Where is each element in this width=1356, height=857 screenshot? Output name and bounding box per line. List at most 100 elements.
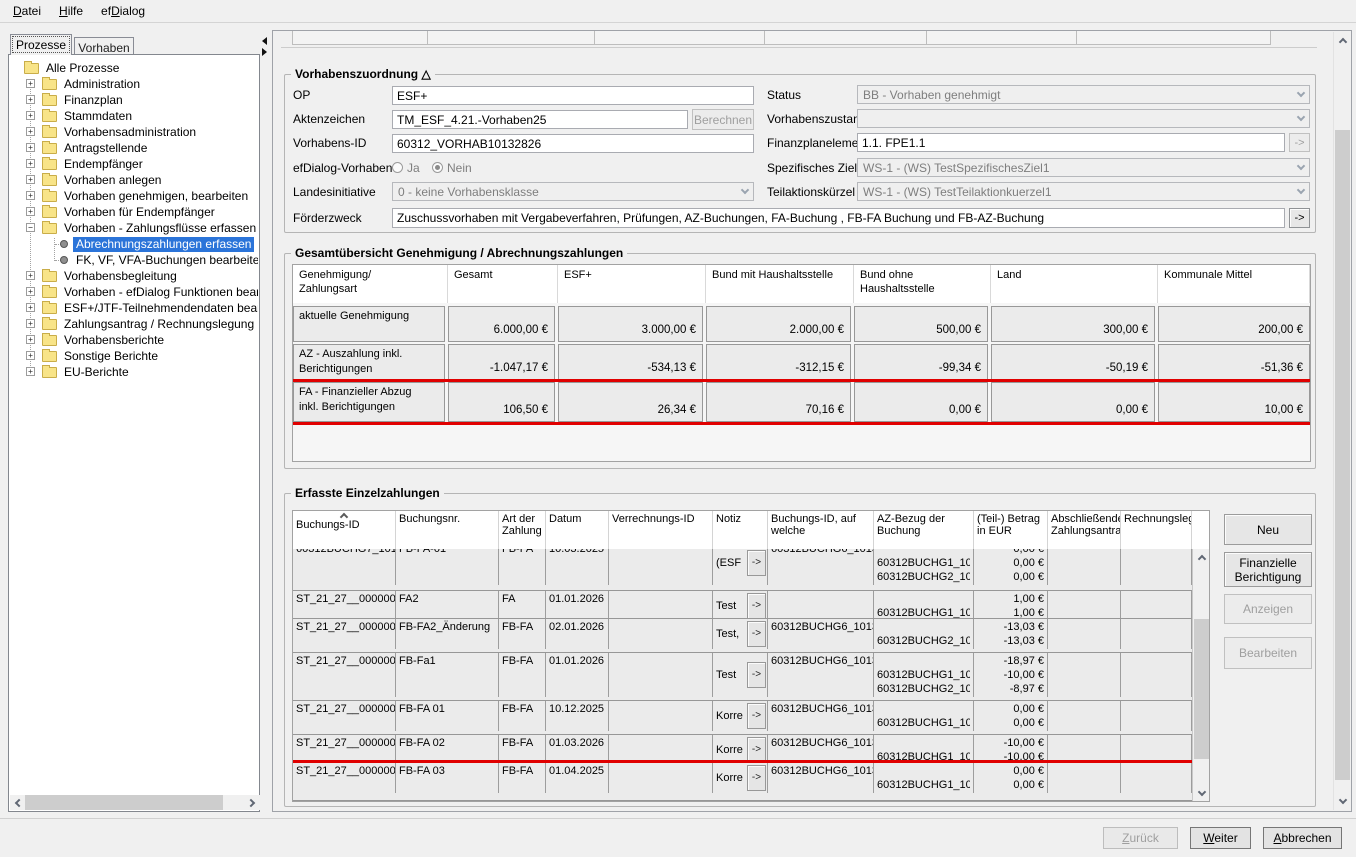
column-header[interactable]: Buchungs-ID, auf welche — [768, 511, 874, 549]
column-header[interactable]: (Teil-) Betrag in EUR — [974, 511, 1048, 549]
open-note-button[interactable]: -> — [747, 662, 766, 688]
teilaktionskuerzel-select[interactable]: WS-1 - (WS) TestTeilaktionkuerzel1 — [857, 182, 1310, 201]
finanzplanelement-input[interactable] — [857, 133, 1285, 152]
tree-item[interactable]: Abrechnungszahlungen erfassen — [10, 236, 258, 252]
tree-item[interactable]: +Finanzplan — [10, 92, 258, 108]
scroll-down-button[interactable] — [1335, 794, 1350, 809]
menu-item-datei[interactable]: Datei — [4, 1, 50, 21]
tree-item[interactable]: +Vorhaben anlegen — [10, 172, 258, 188]
tree-item[interactable]: +ESF+/JTF-Teilnehmendendaten bearbeiten — [10, 300, 258, 316]
berechnen-button[interactable]: Berechnen — [692, 109, 754, 130]
spezifisches-ziel-select[interactable]: WS-1 - (WS) TestSpezifischesZiel1 — [857, 158, 1310, 177]
payment-row[interactable]: ST_21_27__0000005FB-FA 02FB-FA01.03.2026… — [293, 735, 1192, 763]
expand-plus-icon[interactable]: + — [26, 111, 35, 120]
bearbeiten-button[interactable]: Bearbeiten — [1224, 637, 1312, 669]
scrollbar-thumb[interactable] — [1335, 130, 1350, 780]
column-header[interactable]: Abschließende Zahlungsantra — [1048, 511, 1121, 549]
expand-plus-icon[interactable]: + — [26, 351, 35, 360]
open-note-button[interactable]: -> — [747, 703, 766, 729]
scroll-down-button[interactable] — [1194, 786, 1209, 801]
column-header[interactable]: Bund ohne Haushaltsstelle — [854, 265, 991, 303]
column-header[interactable]: Art der Zahlung — [499, 511, 546, 549]
column-header[interactable]: Gesamt — [448, 265, 558, 303]
column-header[interactable]: Verrechnungs-ID — [609, 511, 713, 549]
tree-item[interactable]: +Vorhabensadministration — [10, 124, 258, 140]
expand-plus-icon[interactable]: + — [26, 287, 35, 296]
tree-item[interactable]: +Vorhaben für Endempfänger — [10, 204, 258, 220]
collapse-minus-icon[interactable]: − — [26, 223, 35, 232]
scroll-right-button[interactable] — [245, 795, 260, 810]
column-header[interactable]: Bund mit Haushaltsstelle — [706, 265, 854, 303]
expand-plus-icon[interactable]: + — [26, 127, 35, 136]
column-header[interactable]: Kommunale Mittel — [1158, 265, 1310, 303]
payments-vertical-scrollbar[interactable] — [1192, 549, 1209, 802]
tree-horizontal-scrollbar[interactable] — [10, 795, 260, 810]
scroll-left-button[interactable] — [10, 795, 25, 810]
tree-item[interactable]: +Sonstige Berichte — [10, 348, 258, 364]
status-select[interactable]: BB - Vorhaben genehmigt — [857, 85, 1310, 104]
payment-row[interactable]: 60312BUCHG7_1013FB-FA-01FB-FA10.03.2025(… — [293, 549, 1192, 591]
op-input[interactable] — [392, 86, 754, 105]
scroll-up-button[interactable] — [1335, 33, 1350, 48]
splitter-expand-right-icon[interactable] — [262, 48, 267, 56]
neu-button[interactable]: Neu — [1224, 514, 1312, 545]
expand-plus-icon[interactable]: + — [26, 207, 35, 216]
finanzielle-berichtigung-button[interactable]: Finanzielle Berichtigung — [1224, 552, 1312, 587]
expand-plus-icon[interactable]: + — [26, 95, 35, 104]
column-header[interactable]: Buchungs-ID — [293, 511, 396, 549]
open-note-button[interactable]: -> — [747, 765, 766, 791]
payment-row[interactable]: ST_21_27__0000004FB-FA2_ÄnderungFB-FA02.… — [293, 619, 1192, 653]
expand-plus-icon[interactable]: + — [26, 191, 35, 200]
column-header[interactable]: Notiz — [713, 511, 768, 549]
vorhabens-id-input[interactable] — [392, 134, 754, 153]
column-header[interactable]: AZ-Bezug der Buchung — [874, 511, 974, 549]
tree-item[interactable]: +Endempfänger — [10, 156, 258, 172]
tree-item[interactable]: Alle Prozesse — [10, 60, 258, 76]
tree-item[interactable]: +EU-Berichte — [10, 364, 258, 380]
radio-ja[interactable] — [392, 162, 403, 173]
expand-plus-icon[interactable]: + — [26, 271, 35, 280]
tree-item[interactable]: FK, VF, VFA-Buchungen bearbeiten — [10, 252, 258, 268]
payment-row[interactable]: ST_21_27__0000004FB-Fa1FB-FA01.01.2026Te… — [293, 653, 1192, 701]
main-vertical-scrollbar[interactable] — [1333, 32, 1350, 810]
vorhabenszustand-select[interactable] — [857, 109, 1310, 128]
column-header[interactable]: Genehmigung/ Zahlungsart — [293, 265, 448, 303]
footer-abbrechen-button[interactable]: Abbrechen — [1263, 827, 1342, 849]
tab-prozesse[interactable]: Prozesse — [10, 34, 72, 55]
tree-item[interactable]: +Vorhabensberichte — [10, 332, 258, 348]
tree-item[interactable]: +Vorhabensbegleitung — [10, 268, 258, 284]
tab-vorhaben[interactable]: Vorhaben — [74, 37, 134, 55]
scrollbar-thumb[interactable] — [25, 795, 223, 810]
foerderzweck-input[interactable] — [392, 208, 1285, 228]
tree-item[interactable]: +Administration — [10, 76, 258, 92]
tree-item[interactable]: +Antragstellende — [10, 140, 258, 156]
expand-plus-icon[interactable]: + — [26, 175, 35, 184]
tree-item[interactable]: +Vorhaben - efDialog Funktionen bearbeit… — [10, 284, 258, 300]
expand-plus-icon[interactable]: + — [26, 319, 35, 328]
landesinitiative-select[interactable]: 0 - keine Vorhabensklasse — [392, 182, 754, 201]
tree-item[interactable]: −Vorhaben - Zahlungsflüsse erfassen — [10, 220, 258, 236]
aktenzeichen-input[interactable] — [392, 110, 688, 129]
scrollbar-thumb[interactable] — [1194, 619, 1209, 759]
open-note-button[interactable]: -> — [747, 621, 766, 647]
menu-item-hilfe[interactable]: Hilfe — [50, 1, 92, 21]
expand-plus-icon[interactable]: + — [26, 79, 35, 88]
column-header[interactable]: Land — [991, 265, 1158, 303]
column-header[interactable]: Datum — [546, 511, 609, 549]
footer-weiter-button[interactable]: Weiter — [1190, 827, 1251, 849]
footer-zuruck-button[interactable]: Zurück — [1103, 827, 1178, 849]
column-header[interactable]: Rechnungslegu — [1121, 511, 1192, 549]
finanzplanelement-open-button[interactable]: -> — [1289, 133, 1310, 152]
expand-plus-icon[interactable]: + — [26, 335, 35, 344]
open-note-button[interactable]: -> — [747, 593, 766, 619]
expand-plus-icon[interactable]: + — [26, 143, 35, 152]
splitter-collapse-left-icon[interactable] — [262, 37, 267, 45]
open-note-button[interactable]: -> — [747, 737, 766, 763]
tree-item[interactable]: +Zahlungsantrag / Rechnungslegung — [10, 316, 258, 332]
payment-row[interactable]: ST_21_27__0000005FB-FA 01FB-FA10.12.2025… — [293, 701, 1192, 735]
payment-row[interactable]: ST_21_27__0000005FB-FA 03FB-FA01.04.2025… — [293, 763, 1192, 801]
tree-item[interactable]: +Stammdaten — [10, 108, 258, 124]
open-note-button[interactable]: -> — [747, 550, 766, 576]
expand-plus-icon[interactable]: + — [26, 367, 35, 376]
menu-item-efdialog[interactable]: efDialog — [92, 1, 154, 21]
